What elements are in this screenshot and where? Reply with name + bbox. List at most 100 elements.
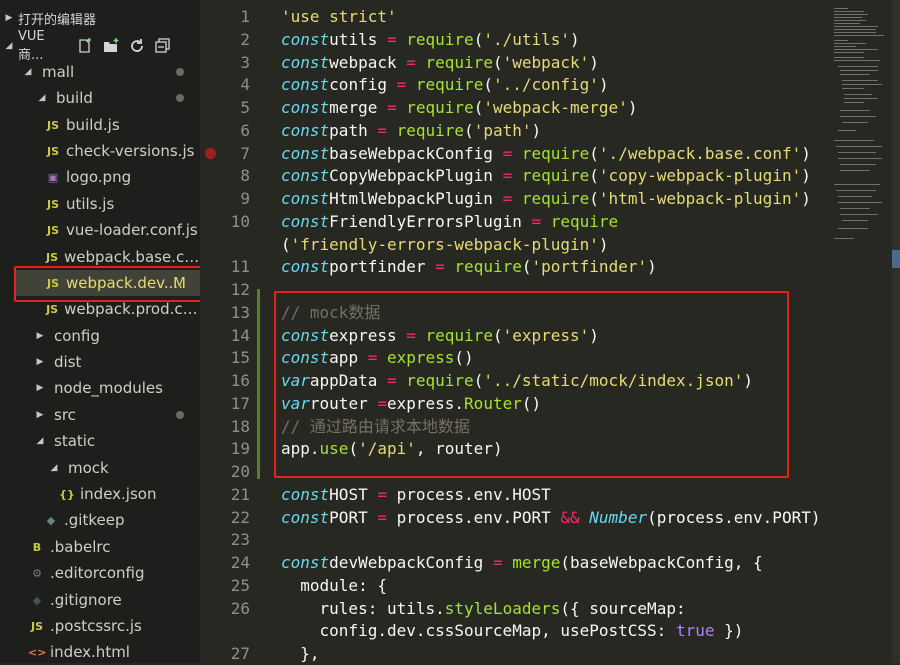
- git-added-marker: [257, 289, 260, 479]
- code-token: (): [521, 393, 542, 413]
- code-token: 'friendly-errors-webpack-plugin': [290, 234, 599, 254]
- tree-folder[interactable]: ◢ mock: [0, 455, 200, 481]
- tree-folder[interactable]: ▶ node_modules: [0, 375, 200, 401]
- code-token: app.: [281, 439, 320, 459]
- tree-item-label: mall: [42, 63, 75, 81]
- code-token: ): [801, 166, 811, 186]
- code-token: const: [281, 553, 330, 572]
- tree-file[interactable]: JS vue-loader.conf.js: [0, 217, 200, 243]
- changes-dot-icon: [176, 94, 184, 102]
- line-number: 20: [230, 462, 250, 481]
- tree-folder[interactable]: ◢ build: [0, 85, 200, 111]
- tree-file[interactable]: JS check-versions.js: [0, 138, 200, 164]
- chevron-right-icon[interactable]: ▶: [34, 331, 46, 341]
- code-token: ): [647, 257, 657, 277]
- code-line: // mock数据: [281, 301, 380, 324]
- tree-file[interactable]: ▣ logo.png: [0, 164, 200, 190]
- code-line: config.dev.cssSourceMap, usePostCSS: tru…: [281, 619, 744, 642]
- workspace-header[interactable]: ◢ VUE商...: [0, 29, 200, 63]
- git-file-icon: ◆: [32, 593, 42, 607]
- explorer-sidebar: ▶ 打开的编辑器 ◢ VUE商... ◢ mall ◢ build JS build.js…: [0, 0, 200, 663]
- code-token: require: [454, 257, 522, 277]
- tree-file[interactable]: {} index.json: [0, 481, 200, 507]
- changes-dot-icon: [176, 411, 184, 419]
- minimap[interactable]: [830, 0, 892, 663]
- code-token: baseWebpackConfig: [329, 143, 503, 163]
- code-token: (: [348, 439, 359, 459]
- code-token: const: [281, 75, 330, 95]
- code-editor[interactable]: 'use strict' constutils = require('./util…: [270, 0, 830, 663]
- tree-file[interactable]: <> index.html: [0, 639, 200, 663]
- code-token: const: [281, 348, 330, 368]
- code-token: const: [281, 484, 330, 504]
- tree-folder[interactable]: ▶ dist: [0, 349, 200, 375]
- new-folder-icon[interactable]: [100, 35, 122, 57]
- line-number: 22: [230, 507, 250, 527]
- scrollbar-thumb[interactable]: [892, 250, 900, 268]
- javascript-file-icon: JS: [30, 619, 43, 633]
- code-token: 'copy-webpack-plugin': [598, 166, 802, 186]
- code-token: (: [492, 325, 503, 345]
- code-token: CopyWebpackPlugin: [329, 166, 503, 186]
- code-token: express: [386, 348, 455, 368]
- tree-item-label: .postcssrc.js: [50, 617, 142, 635]
- tree-file[interactable]: JS .postcssrc.js: [0, 613, 200, 639]
- chevron-down-icon[interactable]: ◢: [48, 463, 60, 473]
- tree-file[interactable]: ◆ .gitkeep: [0, 507, 200, 533]
- vertical-scrollbar[interactable]: [892, 0, 900, 663]
- code-line: constdevWebpackConfig = merge(baseWebpac…: [281, 551, 763, 574]
- line-number: 12: [230, 280, 250, 299]
- code-token: ({ sourceMap:: [560, 598, 686, 618]
- tree-file[interactable]: B .babelrc: [0, 534, 200, 560]
- code-token: '../static/mock/index.json': [483, 371, 744, 390]
- code-token: ): [801, 143, 811, 163]
- code-token: portfinder: [329, 257, 436, 277]
- chevron-right-icon[interactable]: ▶: [34, 410, 46, 420]
- line-number: 14: [230, 325, 250, 345]
- code-token: (process.env.PORT): [647, 507, 821, 527]
- chevron-down-icon[interactable]: ◢: [36, 93, 48, 103]
- line-number: 4: [240, 75, 250, 95]
- line-number: 8: [240, 166, 250, 186]
- code-token: =: [492, 553, 503, 572]
- code-token: 'express': [502, 325, 590, 345]
- code-line: constwebpack = require('webpack'): [281, 51, 599, 74]
- code-token: (: [281, 234, 291, 254]
- tree-file[interactable]: ◆ .gitignore: [0, 587, 200, 613]
- tree-item-label: index.json: [80, 485, 157, 503]
- open-editors-label: 打开的编辑器: [18, 12, 97, 28]
- code-token: config: [329, 75, 397, 95]
- code-token: const: [281, 257, 330, 277]
- tree-folder[interactable]: ◢ static: [0, 428, 200, 454]
- code-line: constutils = require('./utils'): [281, 28, 580, 51]
- collapse-all-icon[interactable]: [152, 35, 174, 57]
- code-token: merge: [512, 553, 561, 572]
- new-file-icon[interactable]: [74, 35, 96, 57]
- code-token: require: [550, 211, 619, 231]
- chevron-right-icon[interactable]: ▶: [34, 357, 46, 367]
- chevron-right-icon[interactable]: ▶: [34, 383, 46, 393]
- image-file-icon: ▣: [47, 170, 59, 184]
- code-token: ): [570, 29, 580, 49]
- tree-file[interactable]: JS build.js: [0, 112, 200, 138]
- tree-item-label: config: [54, 327, 100, 345]
- code-token: process.env.PORT: [386, 507, 561, 527]
- chevron-down-icon[interactable]: ◢: [34, 436, 46, 446]
- code-token: ): [589, 325, 599, 345]
- tree-item-label: node_modules: [54, 379, 163, 397]
- code-token: rules: utils.: [281, 598, 445, 618]
- tree-file[interactable]: JS utils.js: [0, 191, 200, 217]
- code-token: 'webpack': [502, 52, 590, 72]
- tree-file[interactable]: ⚙ .editorconfig: [0, 560, 200, 586]
- open-editors-header[interactable]: ▶ 打开的编辑器: [0, 5, 200, 31]
- tree-folder[interactable]: ▶ src: [0, 402, 200, 428]
- tree-folder[interactable]: ▶ config: [0, 323, 200, 349]
- refresh-icon[interactable]: [126, 35, 148, 57]
- line-number: 19: [230, 439, 250, 459]
- chevron-down-icon[interactable]: ◢: [22, 67, 34, 77]
- code-token: require: [415, 75, 484, 95]
- tree-folder[interactable]: ◢ mall: [0, 59, 200, 85]
